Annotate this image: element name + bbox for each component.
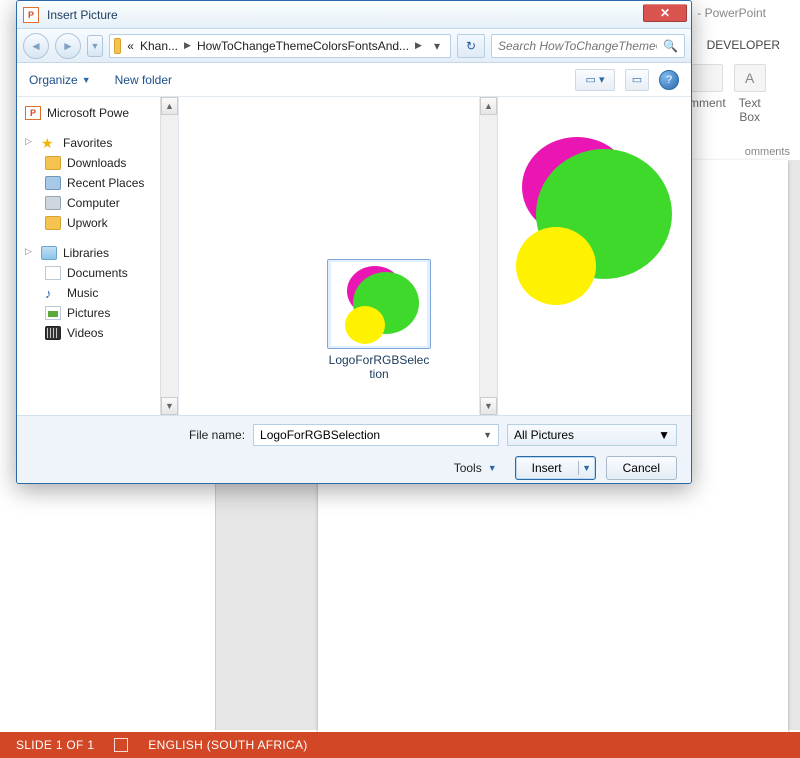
insert-dropdown[interactable]: ▼ bbox=[579, 463, 595, 473]
ribbon-tab-developer[interactable]: DEVELOPER bbox=[697, 34, 790, 58]
powerpoint-icon bbox=[25, 106, 41, 120]
file-name-label: LogoForRGBSelec tion bbox=[327, 353, 431, 381]
refresh-button[interactable]: ↻ bbox=[457, 34, 485, 58]
tree-libraries[interactable]: ▷Libraries bbox=[21, 243, 174, 263]
ribbon-group-label: omments bbox=[745, 146, 790, 158]
tree-computer[interactable]: Computer bbox=[21, 193, 174, 213]
folder-icon bbox=[45, 156, 61, 170]
chevron-right-icon[interactable]: ▷ bbox=[25, 136, 35, 150]
circle-yellow bbox=[345, 306, 385, 344]
ribbon-group: mment Text Box bbox=[680, 58, 800, 146]
preview-image bbox=[508, 137, 682, 321]
tree-favorites[interactable]: ▷★Favorites bbox=[21, 133, 174, 153]
scroll-down-icon[interactable]: ▼ bbox=[161, 397, 178, 415]
breadcrumb-1[interactable]: Khan... bbox=[140, 39, 178, 53]
spellcheck-icon[interactable] bbox=[114, 738, 128, 752]
preview-pane: ▲ ▼ bbox=[479, 97, 691, 415]
search-icon[interactable]: 🔍 bbox=[663, 39, 678, 53]
computer-icon bbox=[45, 196, 61, 210]
preview-pane-button[interactable]: ▭ bbox=[625, 69, 649, 91]
status-language[interactable]: ENGLISH (SOUTH AFRICA) bbox=[148, 738, 307, 752]
history-dropdown[interactable]: ▼ bbox=[87, 35, 103, 57]
filename-input[interactable]: LogoForRGBSelection ▼ bbox=[253, 424, 499, 446]
tree-recent-places[interactable]: Recent Places bbox=[21, 173, 174, 193]
tree-upwork[interactable]: Upwork bbox=[21, 213, 174, 233]
status-bar: SLIDE 1 OF 1 ENGLISH (SOUTH AFRICA) bbox=[0, 732, 800, 758]
videos-icon bbox=[45, 326, 61, 340]
address-dropdown[interactable]: ▾ bbox=[428, 39, 446, 53]
dialog-body: Microsoft Powe ▷★Favorites Downloads Rec… bbox=[17, 97, 691, 415]
tree-music[interactable]: ♪Music bbox=[21, 283, 174, 303]
dialog-footer: File name: LogoForRGBSelection ▼ All Pic… bbox=[17, 415, 691, 483]
new-folder-button[interactable]: New folder bbox=[115, 73, 172, 87]
organize-menu[interactable]: Organize▼ bbox=[29, 73, 91, 87]
cancel-button[interactable]: Cancel bbox=[606, 456, 677, 480]
file-item-selected[interactable]: LogoForRGBSelec tion bbox=[327, 259, 431, 381]
chevron-right-icon[interactable]: ▷ bbox=[25, 246, 35, 260]
app-title: - PowerPoint bbox=[697, 6, 766, 20]
forward-button[interactable]: ► bbox=[55, 33, 81, 59]
comment-icon bbox=[691, 64, 723, 92]
ribbon-textbox[interactable]: Text Box bbox=[734, 64, 766, 124]
document-icon bbox=[45, 266, 61, 280]
view-mode-button[interactable]: ▭ ▾ bbox=[575, 69, 615, 91]
filename-label: File name: bbox=[189, 428, 245, 442]
insert-button[interactable]: Insert ▼ bbox=[515, 456, 596, 480]
search-box[interactable]: 🔍 bbox=[491, 34, 685, 58]
tree-ms-powerpoint[interactable]: Microsoft Powe bbox=[21, 103, 174, 123]
breadcrumb-2[interactable]: HowToChangeThemeColorsFontsAnd... bbox=[197, 39, 409, 53]
tree-videos[interactable]: Videos bbox=[21, 323, 174, 343]
file-thumbnail bbox=[331, 262, 427, 346]
scroll-down-icon[interactable]: ▼ bbox=[480, 397, 497, 415]
navigation-tree[interactable]: Microsoft Powe ▷★Favorites Downloads Rec… bbox=[17, 97, 179, 415]
recent-icon bbox=[45, 176, 61, 190]
preview-scrollbar[interactable]: ▲ ▼ bbox=[480, 97, 498, 415]
dialog-titlebar[interactable]: P Insert Picture ✕ bbox=[17, 1, 691, 29]
chevron-right-icon[interactable]: ▶ bbox=[184, 40, 191, 51]
tree-pictures[interactable]: Pictures bbox=[21, 303, 174, 323]
scroll-up-icon[interactable]: ▲ bbox=[161, 97, 178, 115]
address-bar[interactable]: « Khan... ▶ HowToChangeThemeColorsFontsA… bbox=[109, 34, 451, 58]
chevron-down-icon: ▼ bbox=[658, 428, 670, 442]
circle-yellow bbox=[516, 227, 596, 305]
search-input[interactable] bbox=[498, 39, 657, 53]
breadcrumb-prefix[interactable]: « bbox=[127, 39, 134, 53]
tools-menu[interactable]: Tools▼ bbox=[454, 461, 497, 475]
navigation-bar: ◄ ► ▼ « Khan... ▶ HowToChangeThemeColors… bbox=[17, 29, 691, 63]
back-button[interactable]: ◄ bbox=[23, 33, 49, 59]
file-list[interactable]: LogoForRGBSelec tion bbox=[179, 97, 479, 415]
star-icon: ★ bbox=[41, 136, 57, 150]
folder-icon bbox=[114, 38, 121, 54]
ribbon-comment[interactable]: mment bbox=[689, 64, 726, 110]
tree-documents[interactable]: Documents bbox=[21, 263, 174, 283]
insert-picture-dialog: P Insert Picture ✕ ◄ ► ▼ « Khan... ▶ How… bbox=[16, 0, 692, 484]
chevron-right-icon[interactable]: ▶ bbox=[415, 40, 422, 51]
status-slide-count: SLIDE 1 OF 1 bbox=[16, 738, 94, 752]
tree-downloads[interactable]: Downloads bbox=[21, 153, 174, 173]
filetype-filter[interactable]: All Pictures ▼ bbox=[507, 424, 677, 446]
textbox-icon bbox=[734, 64, 766, 92]
scroll-up-icon[interactable]: ▲ bbox=[480, 97, 497, 115]
help-button[interactable]: ? bbox=[659, 70, 679, 90]
tree-scrollbar[interactable]: ▲ ▼ bbox=[160, 97, 178, 415]
dialog-title: Insert Picture bbox=[47, 8, 118, 22]
music-icon: ♪ bbox=[45, 286, 61, 300]
pictures-icon bbox=[45, 306, 61, 320]
folder-icon bbox=[45, 216, 61, 230]
libraries-icon bbox=[41, 246, 57, 260]
close-button[interactable]: ✕ bbox=[643, 4, 687, 22]
powerpoint-icon: P bbox=[23, 7, 39, 23]
filename-dropdown-icon[interactable]: ▼ bbox=[483, 430, 492, 440]
dialog-toolbar: Organize▼ New folder ▭ ▾ ▭ ? bbox=[17, 63, 691, 97]
